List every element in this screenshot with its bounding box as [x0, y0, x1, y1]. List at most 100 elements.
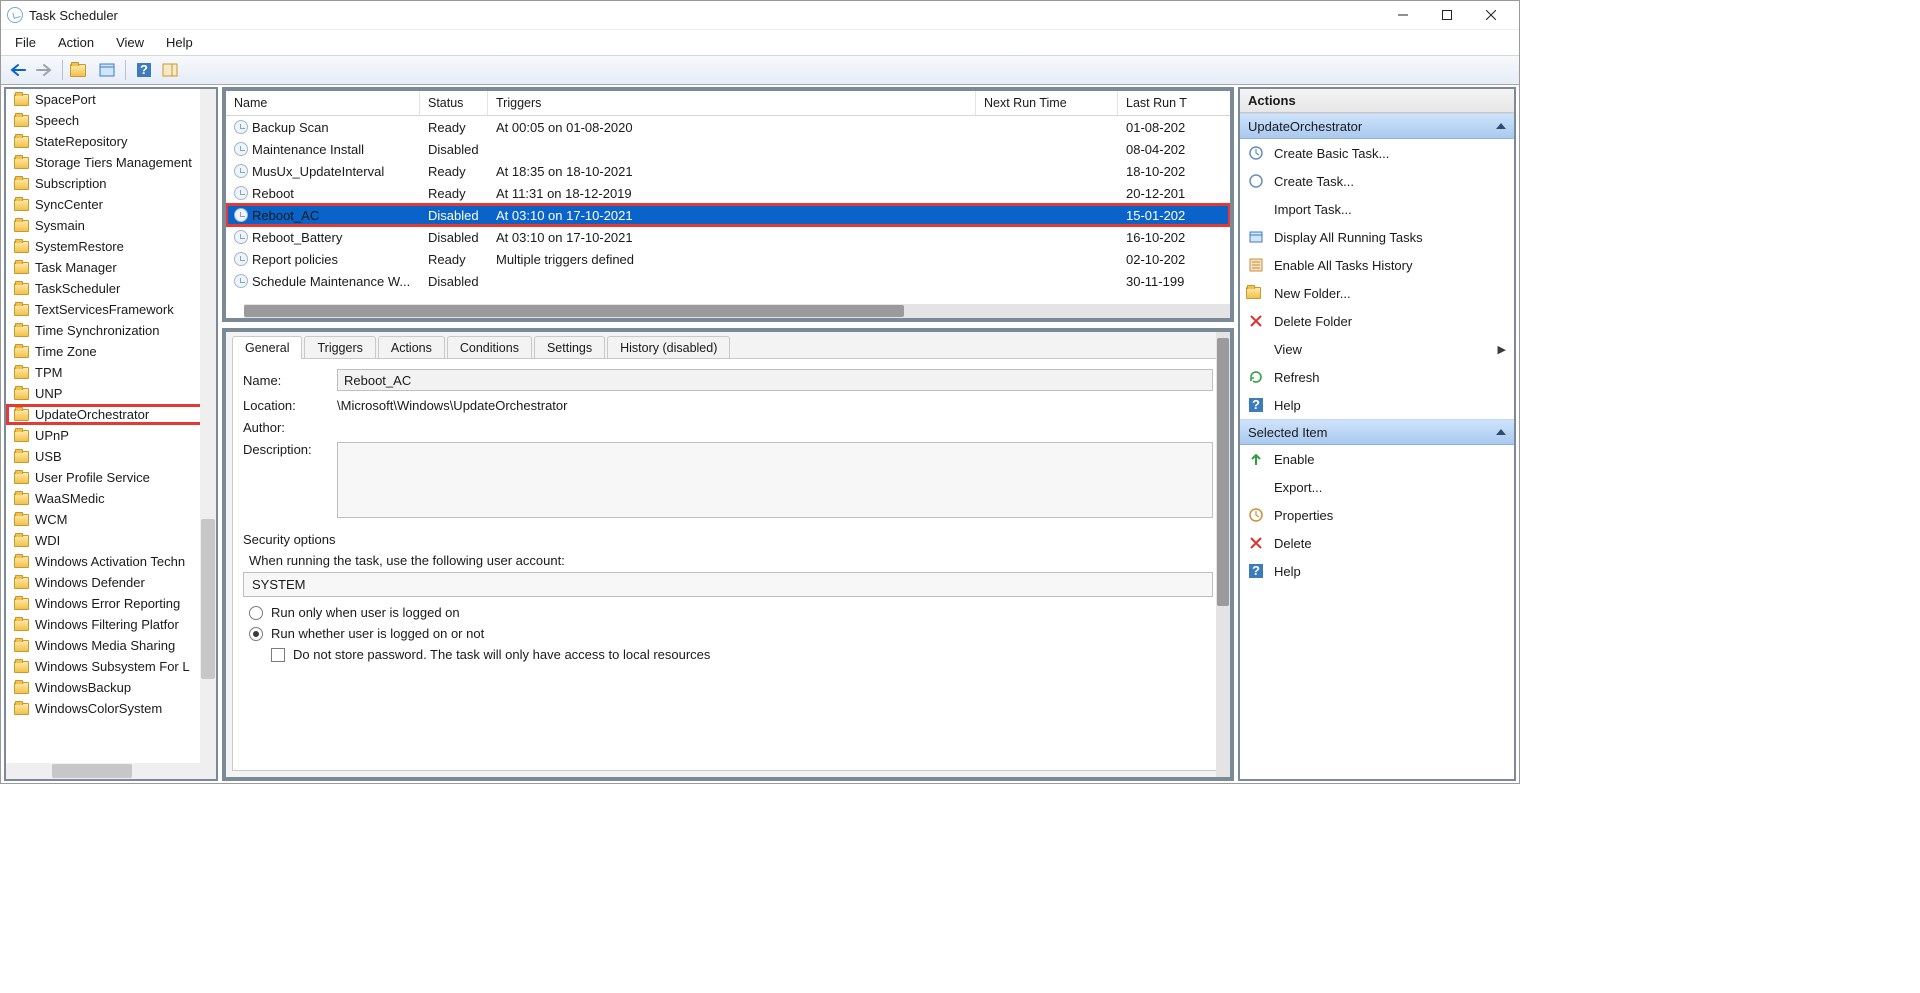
action-delete-folder[interactable]: Delete Folder	[1240, 307, 1514, 335]
folder-icon	[14, 577, 29, 589]
tree-item[interactable]: UNP	[6, 383, 216, 404]
radio-run-logged-off[interactable]: Run whether user is logged on or not	[249, 626, 1213, 641]
tree-scrollbar-vertical[interactable]	[200, 89, 216, 779]
tree-hscroll-thumb[interactable]	[52, 764, 132, 778]
action-delete[interactable]: Delete	[1240, 529, 1514, 557]
tree-item[interactable]: User Profile Service	[6, 467, 216, 488]
task-row[interactable]: RebootReadyAt 11:31 on 18-12-201920-12-2…	[226, 182, 1230, 204]
maximize-button[interactable]	[1425, 1, 1469, 29]
tree-item[interactable]: Time Synchronization	[6, 320, 216, 341]
tab-history-disabled-[interactable]: History (disabled)	[607, 336, 730, 359]
tb-properties-icon[interactable]	[96, 59, 118, 81]
action-new-folder[interactable]: New Folder...	[1240, 279, 1514, 307]
tree-item[interactable]: Task Manager	[6, 257, 216, 278]
tree-item[interactable]: StateRepository	[6, 131, 216, 152]
tree-item[interactable]: WindowsColorSystem	[6, 698, 216, 719]
task-row[interactable]: Report policiesReadyMultiple triggers de…	[226, 248, 1230, 270]
tree-item[interactable]: WDI	[6, 530, 216, 551]
tree-scroll-thumb[interactable]	[201, 519, 215, 679]
action-enable[interactable]: Enable	[1240, 445, 1514, 473]
actions-group-label: Selected Item	[1248, 425, 1328, 440]
action-export[interactable]: Export...	[1240, 473, 1514, 501]
tree-item[interactable]: SyncCenter	[6, 194, 216, 215]
task-row[interactable]: Schedule Maintenance W...Disabled30-11-1…	[226, 270, 1230, 292]
tab-actions[interactable]: Actions	[378, 336, 445, 359]
task-row[interactable]: Maintenance InstallDisabled08-04-202	[226, 138, 1230, 160]
actions-group-folder[interactable]: UpdateOrchestrator	[1240, 113, 1514, 139]
tb-help-icon[interactable]: ?	[133, 59, 155, 81]
field-description[interactable]	[337, 442, 1213, 518]
actions-group-selected[interactable]: Selected Item	[1240, 419, 1514, 445]
action-create-basic-task[interactable]: Create Basic Task...	[1240, 139, 1514, 167]
tree-item[interactable]: SystemRestore	[6, 236, 216, 257]
radio-run-logged-on[interactable]: Run only when user is logged on	[249, 605, 1213, 620]
list-scrollbar-horizontal[interactable]	[244, 304, 1230, 318]
action-create-task[interactable]: Create Task...	[1240, 167, 1514, 195]
detail-scrollbar-vertical[interactable]	[1216, 332, 1230, 777]
tree-item[interactable]: Windows Activation Techn	[6, 551, 216, 572]
tree-item[interactable]: TextServicesFramework	[6, 299, 216, 320]
action-properties[interactable]: Properties	[1240, 501, 1514, 529]
tree-item[interactable]: UPnP	[6, 425, 216, 446]
action-display-all-running-tasks[interactable]: Display All Running Tasks	[1240, 223, 1514, 251]
task-name: Maintenance Install	[252, 142, 364, 157]
checkbox-no-store-password[interactable]: Do not store password. The task will onl…	[271, 647, 1213, 662]
task-row[interactable]: Reboot_BatteryDisabledAt 03:10 on 17-10-…	[226, 226, 1230, 248]
tree-item[interactable]: TaskScheduler	[6, 278, 216, 299]
tree-scrollbar-horizontal[interactable]	[6, 763, 216, 779]
tree-item[interactable]: Sysmain	[6, 215, 216, 236]
tree-item[interactable]: Time Zone	[6, 341, 216, 362]
col-next[interactable]: Next Run Time	[976, 91, 1118, 115]
task-list-body[interactable]: Backup ScanReadyAt 00:05 on 01-08-202001…	[226, 116, 1230, 304]
tb-actionpane-icon[interactable]	[159, 59, 181, 81]
list-hscroll-thumb[interactable]	[244, 305, 904, 317]
task-row[interactable]: Backup ScanReadyAt 00:05 on 01-08-202001…	[226, 116, 1230, 138]
tab-conditions[interactable]: Conditions	[447, 336, 532, 359]
nav-back-button[interactable]	[7, 59, 29, 81]
action-icon	[1248, 229, 1264, 245]
close-button[interactable]	[1469, 1, 1513, 29]
tree-item[interactable]: WCM	[6, 509, 216, 530]
tree-item[interactable]: Windows Defender	[6, 572, 216, 593]
tab-settings[interactable]: Settings	[534, 336, 605, 359]
action-help[interactable]: ?Help	[1240, 391, 1514, 419]
menu-help[interactable]: Help	[158, 33, 201, 52]
menu-file[interactable]: File	[7, 33, 44, 52]
minimize-button[interactable]	[1381, 1, 1425, 29]
task-row[interactable]: Reboot_ACDisabledAt 03:10 on 17-10-20211…	[226, 204, 1230, 226]
tree-item[interactable]: TPM	[6, 362, 216, 383]
radio-icon	[249, 627, 263, 641]
tree-item[interactable]: WaaSMedic	[6, 488, 216, 509]
tree-item[interactable]: Windows Error Reporting	[6, 593, 216, 614]
action-import-task[interactable]: Import Task...	[1240, 195, 1514, 223]
tab-triggers[interactable]: Triggers	[304, 336, 375, 359]
tree-item[interactable]: WindowsBackup	[6, 677, 216, 698]
tree-item[interactable]: USB	[6, 446, 216, 467]
tree-item[interactable]: Storage Tiers Management	[6, 152, 216, 173]
tree-item[interactable]: Speech	[6, 110, 216, 131]
col-last[interactable]: Last Run T	[1118, 91, 1230, 115]
tree-item[interactable]: Windows Media Sharing	[6, 635, 216, 656]
menu-view[interactable]: View	[108, 33, 152, 52]
action-icon	[1248, 201, 1264, 217]
tree-item[interactable]: UpdateOrchestrator	[6, 404, 216, 425]
action-help[interactable]: ?Help	[1240, 557, 1514, 585]
nav-forward-button[interactable]	[33, 59, 55, 81]
action-enable-all-tasks-history[interactable]: Enable All Tasks History	[1240, 251, 1514, 279]
tree-item[interactable]: Windows Filtering Platfor	[6, 614, 216, 635]
tree-item[interactable]: Windows Subsystem For L	[6, 656, 216, 677]
col-name[interactable]: Name	[226, 91, 420, 115]
tree-list[interactable]: SpacePortSpeechStateRepositoryStorage Ti…	[6, 89, 216, 763]
task-row[interactable]: MusUx_UpdateIntervalReadyAt 18:35 on 18-…	[226, 160, 1230, 182]
tab-general[interactable]: General	[232, 336, 302, 359]
action-view[interactable]: View▶	[1240, 335, 1514, 363]
col-triggers[interactable]: Triggers	[488, 91, 976, 115]
col-status[interactable]: Status	[420, 91, 488, 115]
action-refresh[interactable]: Refresh	[1240, 363, 1514, 391]
menu-action[interactable]: Action	[50, 33, 102, 52]
tree-item[interactable]: SpacePort	[6, 89, 216, 110]
tree-item[interactable]: Subscription	[6, 173, 216, 194]
detail-scroll-thumb[interactable]	[1217, 338, 1229, 606]
tb-new-folder-icon[interactable]	[70, 59, 92, 81]
field-name[interactable]: Reboot_AC	[337, 369, 1213, 391]
